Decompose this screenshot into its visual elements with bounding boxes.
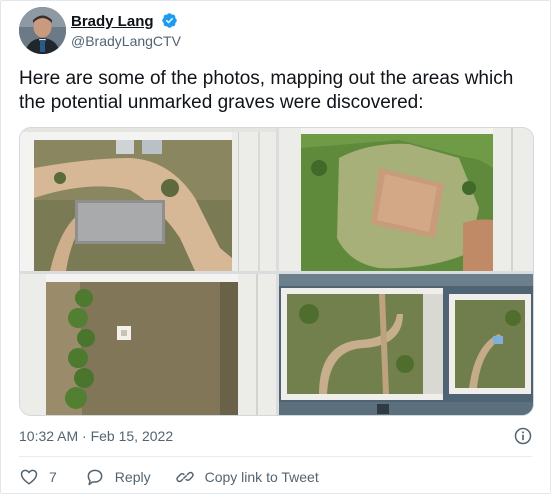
verified-badge-icon xyxy=(161,12,178,34)
photo-3[interactable] xyxy=(20,274,276,415)
reply-button[interactable]: Reply xyxy=(85,467,151,487)
heart-icon xyxy=(20,469,38,485)
display-name[interactable]: Brady Lang xyxy=(71,13,154,30)
copy-link-button[interactable]: Copy link to Tweet xyxy=(175,467,319,487)
copy-link-label: Copy link to Tweet xyxy=(204,469,319,485)
action-bar: 7 Reply Copy link to Tweet xyxy=(19,467,319,487)
info-icon[interactable] xyxy=(513,426,533,451)
like-button[interactable]: 7 xyxy=(19,467,57,487)
reply-label: Reply xyxy=(114,469,151,485)
tweet-text: Here are some of the photos, mapping out… xyxy=(19,68,514,113)
media-grid xyxy=(19,127,534,416)
reply-bubble-icon xyxy=(87,469,103,486)
tweet-card: Brady Lang @BradyLangCTV Here are some o… xyxy=(0,0,551,494)
like-count: 7 xyxy=(49,469,57,485)
user-handle[interactable]: @BradyLangCTV xyxy=(71,33,181,49)
link-icon xyxy=(175,471,194,483)
photo-4[interactable] xyxy=(279,274,533,415)
tweet-timestamp[interactable]: 10:32 AM · Feb 15, 2022 xyxy=(19,428,173,444)
avatar[interactable] xyxy=(19,7,66,54)
divider xyxy=(19,456,532,457)
author-name-row: Brady Lang xyxy=(71,12,178,34)
photo-2[interactable] xyxy=(279,128,533,271)
photo-1[interactable] xyxy=(20,128,276,271)
